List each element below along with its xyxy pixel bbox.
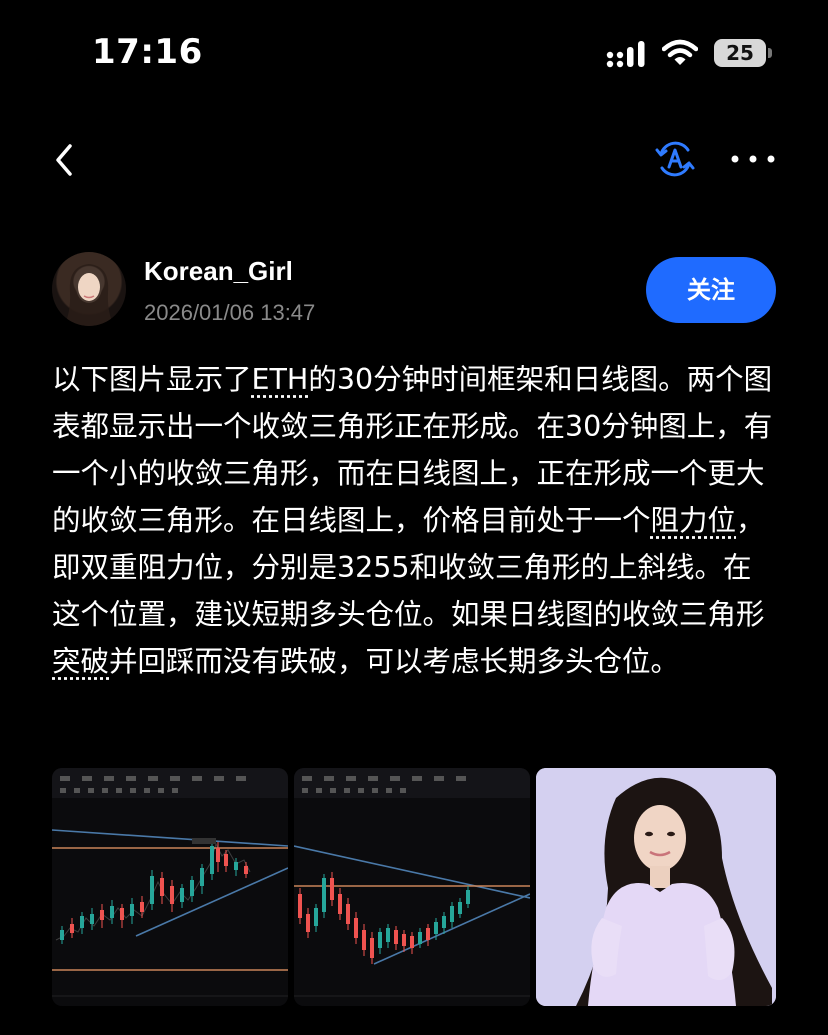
chevron-left-icon[interactable]: [46, 138, 86, 182]
author-row: Korean_Girl 2026/01/06 13:47 关注: [52, 252, 780, 332]
battery-icon: 25: [714, 39, 772, 69]
photo-image[interactable]: [536, 768, 776, 1006]
chart-image-daily[interactable]: [294, 768, 530, 1006]
term-link-resistance[interactable]: 阻力位: [651, 504, 737, 537]
cellular-signal-icon: [606, 41, 645, 68]
author-name[interactable]: Korean_Girl: [144, 256, 293, 287]
wifi-icon: [662, 39, 698, 65]
battery-level: 25: [714, 39, 766, 67]
post-text: 并回踩而没有跌破，可以考虑长期多头仓位。: [109, 645, 680, 678]
ticker-link-eth[interactable]: ETH: [252, 363, 309, 396]
status-time: 17:16: [92, 32, 203, 72]
avatar[interactable]: [52, 252, 126, 326]
follow-button[interactable]: 关注: [646, 257, 776, 323]
status-bar: 17:16 25: [0, 0, 828, 110]
post-text: 以下图片显示了: [52, 363, 252, 396]
translate-icon[interactable]: [654, 138, 696, 180]
image-gallery: [52, 768, 776, 1006]
post-date: 2026/01/06 13:47: [144, 300, 316, 325]
top-nav-bar: [0, 128, 828, 192]
post-body: 以下图片显示了ETH的30分钟时间框架和日线图。两个图表都显示出一个收敛三角形正…: [52, 356, 776, 685]
more-icon[interactable]: [730, 144, 776, 174]
chart-image-30m[interactable]: [52, 768, 288, 1006]
term-link-breakout[interactable]: 突破: [52, 645, 109, 678]
